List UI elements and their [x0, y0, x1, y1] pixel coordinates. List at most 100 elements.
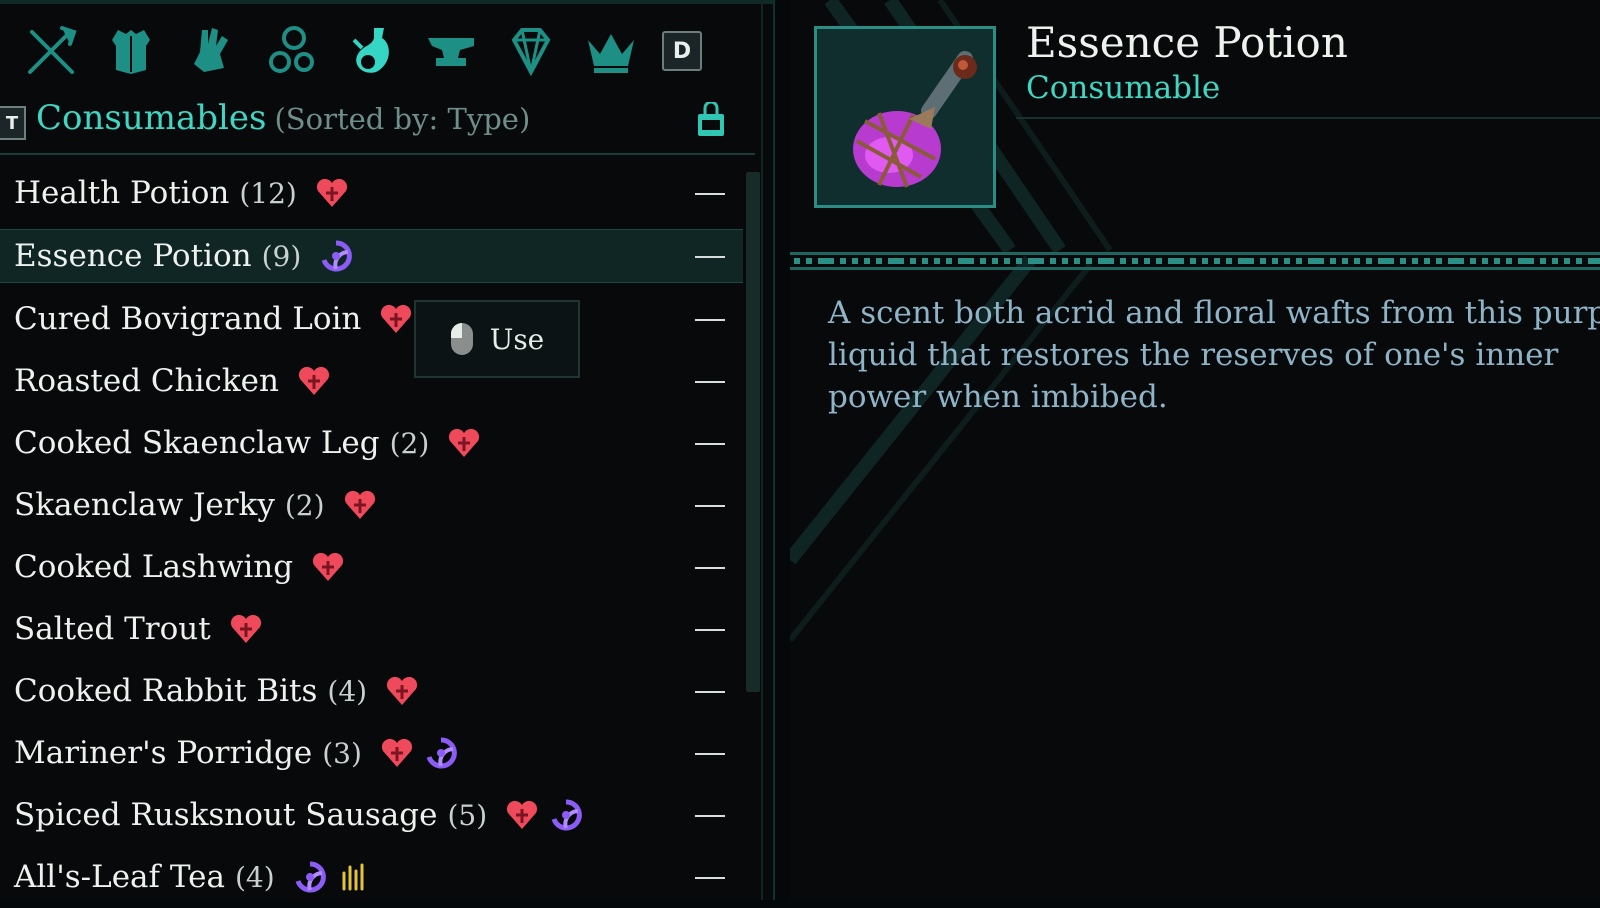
health-icon	[230, 614, 261, 643]
rings-tab[interactable]	[262, 22, 320, 80]
band-dash	[1004, 258, 1010, 264]
item-effects	[505, 799, 593, 831]
consumables-tab[interactable]	[342, 22, 400, 80]
band-dash	[1400, 258, 1406, 264]
list-item[interactable]: Health Potion (12)	[0, 162, 745, 224]
band-dash	[1494, 258, 1500, 264]
inventory-panel: D T Consumables (Sorted by: Type) Health …	[0, 0, 775, 900]
health-icon	[387, 676, 418, 705]
item-effects	[311, 551, 355, 583]
item-effects	[293, 861, 381, 893]
list-item[interactable]: Essence Potion (9)	[0, 229, 743, 283]
item-count: (4)	[327, 674, 368, 708]
gems-tab[interactable]	[502, 22, 560, 80]
sort-key[interactable]: T	[0, 106, 26, 140]
item-slot-dash	[695, 193, 725, 195]
next-category-key[interactable]: D	[662, 31, 702, 71]
stamina-icon	[342, 863, 364, 891]
item-effects	[343, 489, 387, 521]
list-item[interactable]: Cured Bovigrand Loin	[0, 288, 745, 350]
list-item[interactable]: All's-Leaf Tea (4)	[0, 846, 745, 908]
item-list: Health Potion (12) Essence Potion (9) Cured …	[0, 162, 745, 908]
band-dash	[922, 258, 928, 264]
band-dash	[1168, 258, 1184, 264]
band-dash	[1028, 258, 1044, 264]
item-name: Roasted Chicken	[14, 363, 279, 399]
item-count: (4)	[234, 860, 275, 894]
health-icon	[313, 552, 344, 581]
health-icon	[316, 178, 347, 207]
band-dash	[1238, 258, 1254, 264]
crossed-weapons-icon	[28, 26, 77, 74]
band-dash	[1342, 258, 1348, 264]
list-item[interactable]: Roasted Chicken	[0, 350, 745, 412]
item-name: Cooked Skaenclaw Leg	[14, 425, 380, 461]
rings-icon	[269, 26, 314, 73]
band-dash	[876, 258, 882, 264]
band-dash	[1190, 258, 1196, 264]
item-name: Salted Trout	[14, 611, 211, 647]
crown-icon	[588, 34, 634, 73]
band-dash	[1506, 258, 1512, 264]
band-dash	[1576, 258, 1582, 264]
list-item[interactable]: Salted Trout	[0, 598, 745, 660]
band-dash	[980, 258, 986, 264]
item-slot-dash	[695, 381, 725, 383]
band-dash	[1482, 258, 1488, 264]
band-dash	[1296, 258, 1302, 264]
list-item[interactable]: Cooked Lashwing	[0, 536, 745, 598]
band-dash	[852, 258, 858, 264]
item-name: Skaenclaw Jerky	[14, 487, 275, 523]
health-icon	[449, 428, 480, 457]
crafting-tab[interactable]	[422, 22, 480, 80]
armor-icon	[112, 30, 150, 74]
list-item[interactable]: Spiced Rusksnout Sausage (5)	[0, 784, 745, 846]
anvil-icon	[428, 38, 474, 66]
band-dash	[1308, 258, 1324, 264]
use-tooltip[interactable]: Use	[414, 300, 580, 378]
item-effects	[447, 427, 491, 459]
item-slot-dash	[695, 629, 725, 631]
potion-flask-icon	[352, 28, 389, 73]
band-dash	[1424, 258, 1430, 264]
gauntlet-icon	[194, 28, 228, 72]
gauntlets-tab[interactable]	[182, 22, 240, 80]
item-count: (2)	[389, 426, 430, 460]
band-dash	[840, 258, 846, 264]
item-thumbnail	[814, 26, 996, 208]
item-effects	[229, 613, 273, 645]
band-dash	[992, 258, 998, 264]
band-dash	[1226, 258, 1232, 264]
valuables-tab[interactable]	[582, 22, 640, 80]
header-divider	[0, 153, 755, 155]
weight-icon[interactable]	[696, 102, 726, 138]
item-name: Cooked Rabbit Bits	[14, 673, 318, 709]
band-dash	[1330, 258, 1336, 264]
list-item[interactable]: Cooked Skaenclaw Leg (2)	[0, 412, 745, 474]
scrollbar[interactable]	[746, 172, 760, 692]
item-detail-panel: Essence Potion Consumable A scent both a…	[790, 0, 1600, 900]
item-slot-dash	[695, 443, 725, 445]
band-dash	[910, 258, 916, 264]
item-count: (2)	[284, 488, 325, 522]
band-dash	[934, 258, 940, 264]
list-item[interactable]: Skaenclaw Jerky (2)	[0, 474, 745, 536]
list-item[interactable]: Cooked Rabbit Bits (4)	[0, 660, 745, 722]
item-count: (3)	[322, 736, 362, 770]
list-item[interactable]: Mariner's Porridge (3)	[0, 722, 745, 784]
band-dash	[1050, 258, 1056, 264]
item-name: All's-Leaf Tea	[14, 859, 225, 895]
item-name: Cooked Lashwing	[14, 549, 294, 585]
band-dash	[1086, 258, 1092, 264]
band-dash	[1132, 258, 1138, 264]
band-dash	[1074, 258, 1080, 264]
item-slot-dash	[695, 877, 725, 879]
item-type: Consumable	[1026, 70, 1221, 106]
band-dash	[1202, 258, 1208, 264]
category-tabs: D	[22, 22, 702, 80]
weapons-tab[interactable]	[22, 22, 80, 80]
title-divider	[1016, 117, 1600, 119]
armor-tab[interactable]	[102, 22, 160, 80]
band-dash	[1564, 258, 1570, 264]
band-dash	[1260, 258, 1266, 264]
